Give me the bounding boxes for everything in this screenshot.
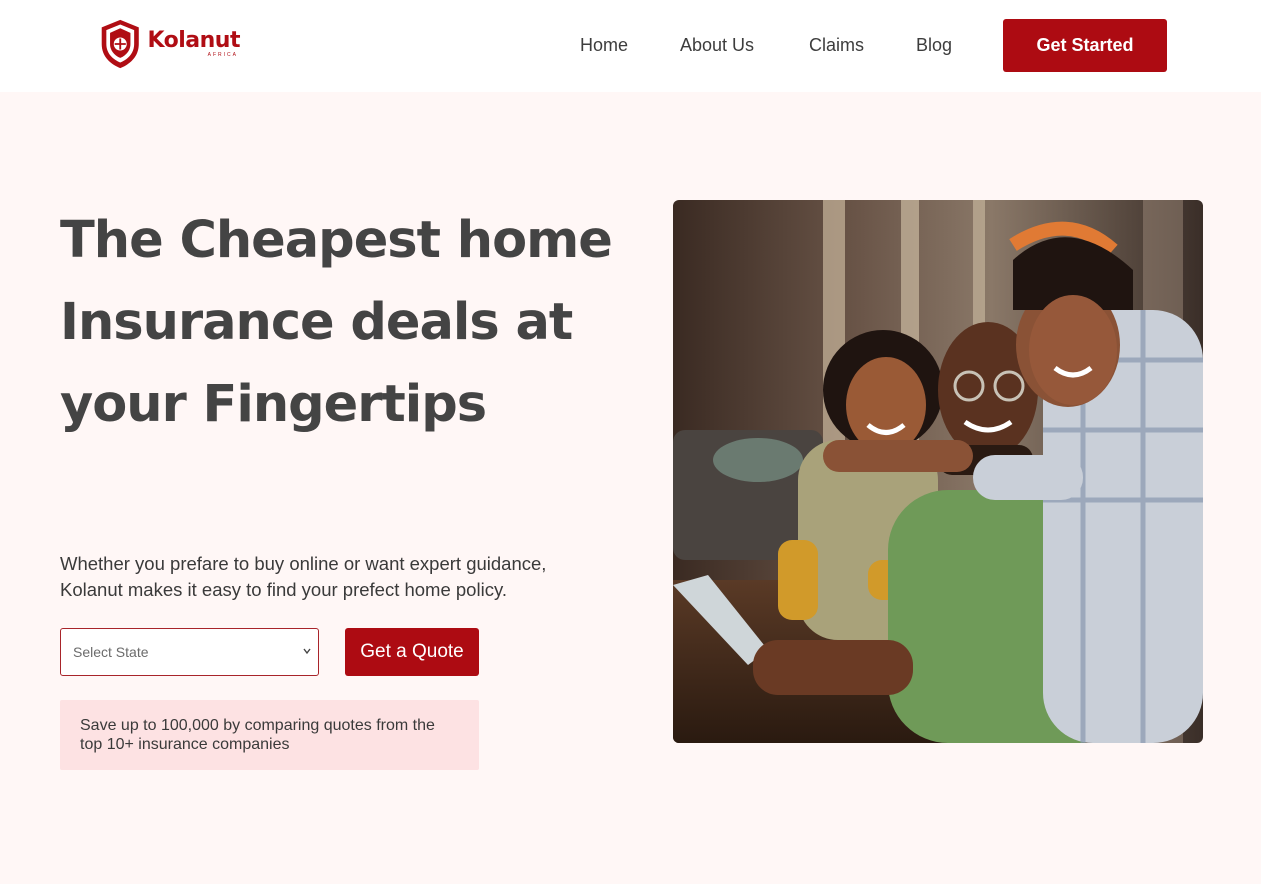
nav-claims[interactable]: Claims bbox=[809, 35, 864, 56]
nav-home[interactable]: Home bbox=[580, 35, 628, 56]
nav-blog[interactable]: Blog bbox=[916, 35, 952, 56]
hero-family-photo bbox=[673, 200, 1203, 743]
hero-title: The Cheapest home Insurance deals at you… bbox=[60, 211, 613, 434]
get-started-button[interactable]: Get Started bbox=[1003, 19, 1167, 72]
get-quote-button[interactable]: Get a Quote bbox=[345, 628, 479, 676]
savings-note: Save up to 100,000 by comparing quotes f… bbox=[60, 700, 479, 770]
site-header: Kolanut AFRICA Home About Us Claims Blog… bbox=[0, 0, 1261, 92]
hero-subtitle: Whether you prefare to buy online or wan… bbox=[60, 553, 547, 600]
state-select[interactable]: Select State bbox=[60, 628, 319, 676]
nav-about-us[interactable]: About Us bbox=[680, 35, 754, 56]
